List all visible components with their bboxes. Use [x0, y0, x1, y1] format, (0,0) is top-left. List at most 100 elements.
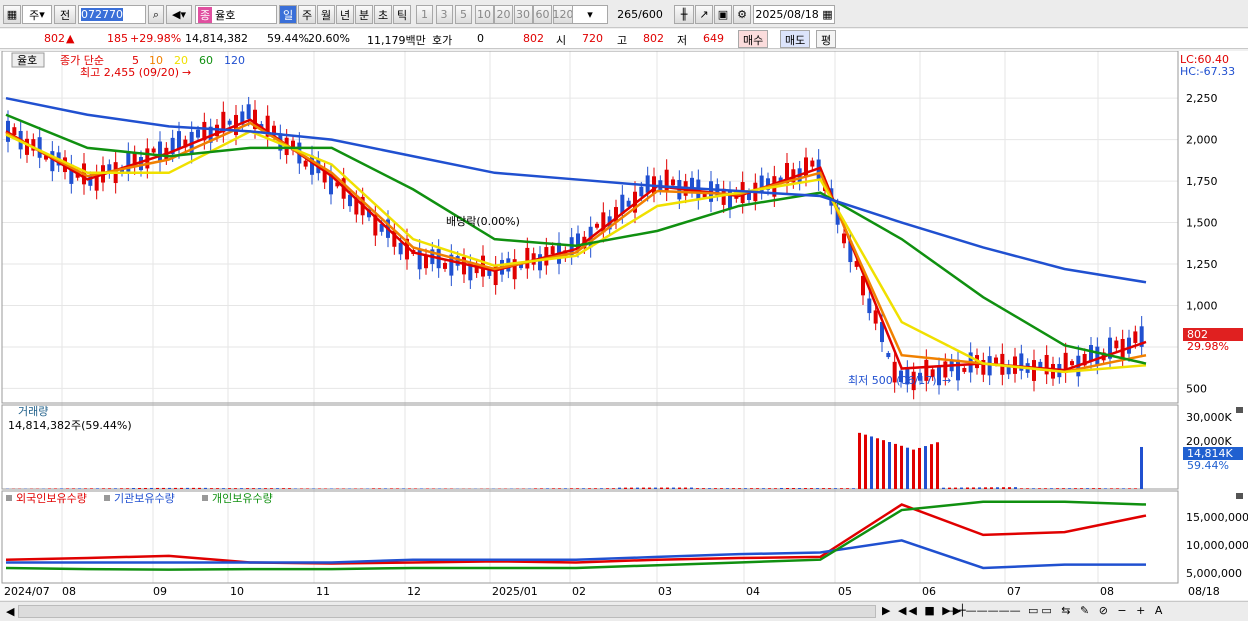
candle-body — [37, 137, 42, 158]
volume-bar — [378, 488, 381, 489]
volume-bar — [960, 487, 963, 489]
prev-button[interactable]: 전 — [54, 5, 76, 24]
period-tab-5[interactable]: 초 — [374, 5, 392, 24]
volume-bar — [1050, 488, 1053, 489]
volume-bar — [228, 488, 231, 489]
interval-5[interactable]: 5 — [455, 5, 472, 24]
volume-bar — [672, 487, 675, 489]
stock-name-field[interactable]: 종 율호 — [195, 5, 277, 24]
tool-icons[interactable]: ▭▭ ⇆ ✎ ⊘ − + A — [1028, 604, 1165, 617]
stock-tag-label: 율호 — [17, 54, 37, 67]
interval-60[interactable]: 60 — [533, 5, 552, 24]
volume-bar — [792, 488, 795, 489]
candle-body — [937, 366, 941, 386]
volume-bar — [420, 488, 423, 489]
scroll-bar[interactable]: ◀ ▶ ◀◀ ■ ▶▶ —┼————— ▭▭ ⇆ ✎ ⊘ − + A — [0, 601, 1248, 621]
scroll-track[interactable] — [18, 605, 876, 618]
volume-bar — [888, 442, 891, 489]
volume-bar — [1026, 488, 1029, 489]
volume-bar — [774, 488, 777, 489]
sell-button[interactable]: 매도 — [780, 30, 811, 48]
volume-bar — [678, 487, 681, 489]
volume-bar — [936, 442, 939, 489]
volume-bar — [1098, 488, 1101, 489]
volume-bar — [84, 488, 87, 489]
period-tab-6[interactable]: 틱 — [393, 5, 411, 24]
holdings-tick: 5,000,000 — [1186, 567, 1242, 580]
candle-body — [994, 357, 998, 364]
volume-bar — [1044, 488, 1047, 489]
period-tab-1[interactable]: 주 — [298, 5, 316, 24]
stock-chart[interactable]: 2,250 2,000 1,750 1,500 1,250 1,000 500 30,000K… — [0, 50, 1248, 600]
candle-body — [956, 359, 960, 381]
interval-10[interactable]: 10 — [474, 5, 494, 24]
volume-bar — [768, 488, 771, 489]
avg-button[interactable]: 평 — [816, 30, 837, 48]
interval-30[interactable]: 30 — [513, 5, 533, 24]
period-tab-2[interactable]: 월 — [317, 5, 335, 24]
period-tab-4[interactable]: 분 — [355, 5, 373, 24]
zoom-slider[interactable]: —┼————— — [948, 604, 1021, 617]
volume-bar — [636, 487, 639, 489]
candle-body — [1133, 331, 1138, 343]
save-icon[interactable]: ▣ — [714, 5, 732, 24]
volume-bar — [1056, 488, 1059, 489]
candle-body — [1038, 361, 1043, 368]
scroll-left-icon[interactable]: ◀ — [6, 605, 14, 618]
volume-bar — [786, 488, 789, 489]
volume-bar — [906, 447, 909, 489]
volume-bar — [558, 488, 561, 489]
buy-button[interactable]: 매수 — [738, 30, 769, 48]
period-tab-0[interactable]: 일 — [279, 5, 297, 24]
candle-body — [348, 194, 352, 207]
speaker-icon[interactable]: ◀▾ — [166, 5, 192, 24]
volume-bar — [1140, 446, 1143, 489]
date-field[interactable]: 2025/08/18 ▦ — [753, 5, 835, 24]
volume-bar — [234, 488, 237, 489]
draw-icon[interactable]: ↗ — [695, 5, 713, 24]
interval-120[interactable]: 120 — [552, 5, 574, 24]
candle-body — [227, 120, 232, 125]
volume: 14,814,382 — [185, 32, 248, 45]
period-tab-3[interactable]: 년 — [336, 5, 354, 24]
holdings-tick: 15,000,000 — [1186, 511, 1248, 524]
volume-bar — [1080, 488, 1083, 489]
volume-bar — [1128, 488, 1131, 489]
volume-bar — [732, 488, 735, 489]
volume-bar — [414, 488, 417, 489]
candle-icon[interactable]: ╫ — [674, 5, 694, 24]
candle-body — [525, 247, 530, 269]
code-input[interactable]: 072770 — [78, 5, 146, 24]
interval-3[interactable]: 3 — [435, 5, 453, 24]
volume-title: 거래량 — [18, 405, 48, 418]
x-tick: 07 — [1007, 585, 1021, 598]
candle-body — [246, 104, 251, 119]
interval-20[interactable]: 20 — [494, 5, 513, 24]
volume-close-icon[interactable] — [1236, 407, 1243, 413]
volume-bar — [780, 487, 783, 489]
volume-bar — [144, 487, 147, 489]
volume-bar — [810, 488, 813, 489]
volume-bar — [750, 488, 753, 489]
volume-bar — [330, 488, 333, 489]
price-tick: 1,500 — [1186, 217, 1218, 230]
interval-1[interactable]: 1 — [416, 5, 433, 24]
candle-body — [1127, 337, 1131, 354]
volume-bar — [720, 488, 723, 489]
count-field[interactable]: 265/600 — [612, 5, 668, 24]
volume-bar — [726, 488, 729, 489]
volume-bar — [894, 443, 897, 489]
volume-bar — [762, 488, 765, 489]
volume-bar — [852, 488, 855, 489]
layout-icon[interactable]: ▦ — [3, 5, 21, 24]
volume-bar — [552, 488, 555, 489]
search-icon[interactable]: ⌕ — [148, 5, 164, 24]
up-arrow-icon: ▲ — [66, 32, 75, 45]
gear-icon[interactable]: ⚙ — [733, 5, 751, 24]
interval-dropdown[interactable]: ▾ — [572, 5, 608, 24]
volume-bar — [594, 488, 597, 489]
holdings-close-icon[interactable] — [1236, 493, 1243, 499]
stock-kind-select[interactable]: 주 ▾ — [22, 5, 52, 24]
low-label: 저 — [677, 34, 688, 47]
chart-area[interactable]: 2,250 2,000 1,750 1,500 1,250 1,000 500 30,000K… — [0, 50, 1248, 600]
